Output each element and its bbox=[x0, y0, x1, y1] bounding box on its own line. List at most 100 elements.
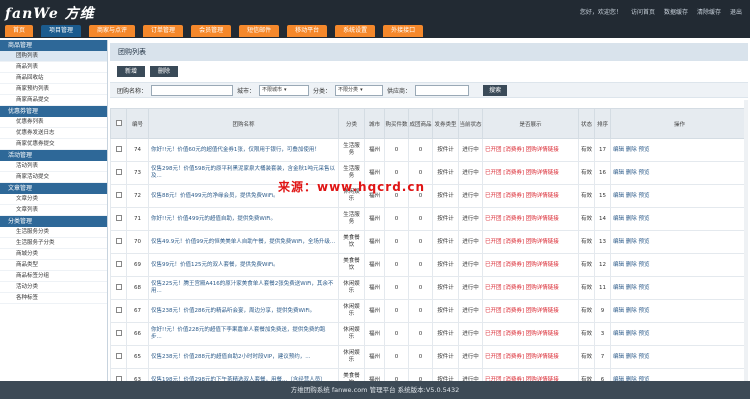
sidebar-item[interactable]: 优惠券发送日志 bbox=[0, 128, 107, 139]
add-button[interactable]: 新增 bbox=[117, 66, 146, 77]
cell-name[interactable]: 仅售225元！腾王宫殿A416的原汁家美食单人套餐2张免费送WiFi，其余不用.… bbox=[148, 276, 339, 300]
cell-sort: 11 bbox=[594, 276, 611, 300]
sidebar-item[interactable]: 商城分类 bbox=[0, 249, 107, 260]
table-row: 68 仅售225元！腾王宫殿A416的原汁家美食单人套餐2张免费送WiFi，其余不… bbox=[110, 276, 748, 300]
chevron-down-icon: ▾ bbox=[360, 86, 363, 93]
nav-tab-8[interactable]: 外接接口 bbox=[383, 25, 424, 37]
cell-state: 有效 bbox=[578, 138, 595, 162]
sidebar-item[interactable]: 生活服务子分类 bbox=[0, 238, 107, 249]
cell-name[interactable]: 仅售238元！价值288元的超值自助2小时时段VIP，建议预约，... bbox=[148, 345, 339, 369]
row-checkbox[interactable] bbox=[115, 214, 122, 221]
sidebar-item[interactable]: 商家活动提交 bbox=[0, 172, 107, 183]
sidebar-item[interactable]: 优惠券列表 bbox=[0, 117, 107, 128]
sidebar-item[interactable]: 生活服务分类 bbox=[0, 227, 107, 238]
sidebar-item[interactable]: 各种标签 bbox=[0, 293, 107, 304]
cell-show[interactable]: 已开团 [消费券] 团购详情链接 bbox=[482, 207, 579, 231]
row-checkbox-cell bbox=[110, 253, 127, 277]
cell-city: 福州 bbox=[364, 368, 385, 381]
row-checkbox[interactable] bbox=[115, 145, 122, 152]
cell-show[interactable]: 已开团 [消费券] 团购详情链接 bbox=[482, 184, 579, 208]
cell-show[interactable]: 已开团 [消费券] 团购详情链接 bbox=[482, 230, 579, 254]
select-all-checkbox[interactable] bbox=[115, 119, 122, 126]
row-checkbox[interactable] bbox=[115, 306, 122, 313]
sidebar-item[interactable]: 团购列表 bbox=[0, 51, 107, 62]
sidebar-item[interactable]: 商家预约列表 bbox=[0, 84, 107, 95]
footer: 方维团购系统 fanwe.com 管理平台 系统版本:V5.0.5432 bbox=[0, 381, 750, 399]
sidebar-group[interactable]: 活动管理 bbox=[0, 150, 107, 161]
row-checkbox[interactable] bbox=[115, 260, 122, 267]
cate-select[interactable]: 不限分类 ▾ bbox=[335, 84, 384, 96]
cell-ops[interactable]: 编辑 删除 预览 bbox=[610, 253, 748, 277]
cell-name[interactable]: 你好!!元！价值499元的超值自助，提供免费WiFi。 bbox=[148, 207, 339, 231]
column-header: 发券类型 bbox=[432, 108, 459, 139]
cell-status: 进行中 bbox=[458, 138, 483, 162]
cell-show[interactable]: 已开团 [消费券] 团购详情链接 bbox=[482, 345, 579, 369]
cell-ops[interactable]: 编辑 删除 预览 bbox=[610, 207, 748, 231]
search-button[interactable]: 搜索 bbox=[483, 84, 508, 96]
sidebar-item[interactable]: 文章列表 bbox=[0, 205, 107, 216]
cell-state: 有效 bbox=[578, 253, 595, 277]
cell-ops[interactable]: 编辑 删除 预览 bbox=[610, 161, 748, 185]
nav-tab-6[interactable]: 移动平台 bbox=[287, 25, 328, 37]
cell-ops[interactable]: 编辑 删除 预览 bbox=[610, 184, 748, 208]
sidebar-item[interactable]: 商家优惠券提交 bbox=[0, 139, 107, 150]
cell-show[interactable]: 已开团 [消费券] 团购详情链接 bbox=[482, 138, 579, 162]
top-link-3[interactable]: 清除缓存 bbox=[697, 7, 721, 16]
cell-name[interactable]: 仅售198元！价值298元的下午茶精选双人套餐，用餐...（含经营人员） bbox=[148, 368, 339, 381]
cell-show[interactable]: 已开团 [消费券] 团购详情链接 bbox=[482, 368, 579, 381]
cell-show[interactable]: 已开团 [消费券] 团购详情链接 bbox=[482, 161, 579, 185]
cell-show[interactable]: 已开团 [消费券] 团购详情链接 bbox=[482, 322, 579, 346]
cell-name[interactable]: 仅售99元！价值125元的双人套餐，提供免费WiFi。 bbox=[148, 253, 339, 277]
top-link-4[interactable]: 退出 bbox=[730, 7, 742, 16]
sidebar-item[interactable]: 活动分类 bbox=[0, 282, 107, 293]
cell-ops[interactable]: 编辑 删除 预览 bbox=[610, 138, 748, 162]
sidebar-group[interactable]: 商品管理 bbox=[0, 40, 107, 51]
column-header[interactable] bbox=[110, 108, 127, 139]
nav-tab-2[interactable]: 商家与点评 bbox=[89, 25, 136, 37]
nav-tab-4[interactable]: 会员管理 bbox=[191, 25, 232, 37]
nav-tab-5[interactable]: 短信邮件 bbox=[239, 25, 280, 37]
cell-status: 进行中 bbox=[458, 161, 483, 185]
cell-ops[interactable]: 编辑 删除 预览 bbox=[610, 322, 748, 346]
sidebar-item[interactable]: 商品回收站 bbox=[0, 73, 107, 84]
cell-name[interactable]: 仅售238元！价值286元的精品听会宴，周边分享，提供免费WiFi。 bbox=[148, 299, 339, 323]
cell-ops[interactable]: 编辑 删除 预览 bbox=[610, 345, 748, 369]
row-checkbox[interactable] bbox=[115, 329, 122, 336]
sidebar-item[interactable]: 商品标签分组 bbox=[0, 271, 107, 282]
sidebar-group[interactable]: 优惠券管理 bbox=[0, 106, 107, 117]
nav-tab-3[interactable]: 订单管理 bbox=[143, 25, 184, 37]
name-filter-input[interactable] bbox=[151, 84, 234, 96]
row-checkbox[interactable] bbox=[115, 191, 122, 198]
top-link-1[interactable]: 访问首页 bbox=[631, 7, 655, 16]
nav-tab-1[interactable]: 项目管理 bbox=[41, 25, 82, 37]
cell-ops[interactable]: 编辑 删除 预览 bbox=[610, 230, 748, 254]
row-checkbox[interactable] bbox=[115, 352, 122, 359]
cell-show[interactable]: 已开团 [消费券] 团购详情链接 bbox=[482, 276, 579, 300]
cell-show[interactable]: 已开团 [消费券] 团购详情链接 bbox=[482, 299, 579, 323]
nav-tab-0[interactable]: 首页 bbox=[5, 25, 34, 37]
sidebar-item[interactable]: 商家商品提交 bbox=[0, 95, 107, 106]
row-checkbox[interactable] bbox=[115, 168, 122, 175]
scrollbar[interactable] bbox=[744, 100, 748, 381]
row-checkbox[interactable] bbox=[115, 283, 122, 290]
top-link-2[interactable]: 数据缓存 bbox=[664, 7, 688, 16]
cell-ops[interactable]: 编辑 删除 预览 bbox=[610, 276, 748, 300]
cell-ops[interactable]: 编辑 删除 预览 bbox=[610, 368, 748, 381]
cell-name[interactable]: 你好!!元！价值60元的超值代金券1张，仅限用于银行，可叠加使用！ bbox=[148, 138, 339, 162]
delete-button[interactable]: 删除 bbox=[150, 66, 179, 77]
sidebar-item[interactable]: 商品类型 bbox=[0, 260, 107, 271]
sidebar-group[interactable]: 分类管理 bbox=[0, 216, 107, 227]
cell-ops[interactable]: 编辑 删除 预览 bbox=[610, 299, 748, 323]
sidebar-item[interactable]: 活动列表 bbox=[0, 161, 107, 172]
cell-name[interactable]: 仅售49.9元！价值99元的恒美美单人自助午餐，提供免费WiFi，全场升级... bbox=[148, 230, 339, 254]
sidebar-item[interactable]: 商品列表 bbox=[0, 62, 107, 73]
cell-name[interactable]: 你好!!元！价值228元的超值下李果嘉单人套餐加免费送，提供免费的跑步... bbox=[148, 322, 339, 346]
sidebar-group[interactable]: 文章管理 bbox=[0, 183, 107, 194]
cell-show[interactable]: 已开团 [消费券] 团购详情链接 bbox=[482, 253, 579, 277]
nav-tab-7[interactable]: 系统设置 bbox=[335, 25, 376, 37]
top-link-0[interactable]: 您好，欢迎您！ bbox=[580, 7, 622, 16]
city-select[interactable]: 不限城市 ▾ bbox=[259, 84, 310, 96]
row-checkbox[interactable] bbox=[115, 237, 122, 244]
sidebar-item[interactable]: 文章分类 bbox=[0, 194, 107, 205]
supplier-filter-input[interactable] bbox=[415, 84, 470, 96]
